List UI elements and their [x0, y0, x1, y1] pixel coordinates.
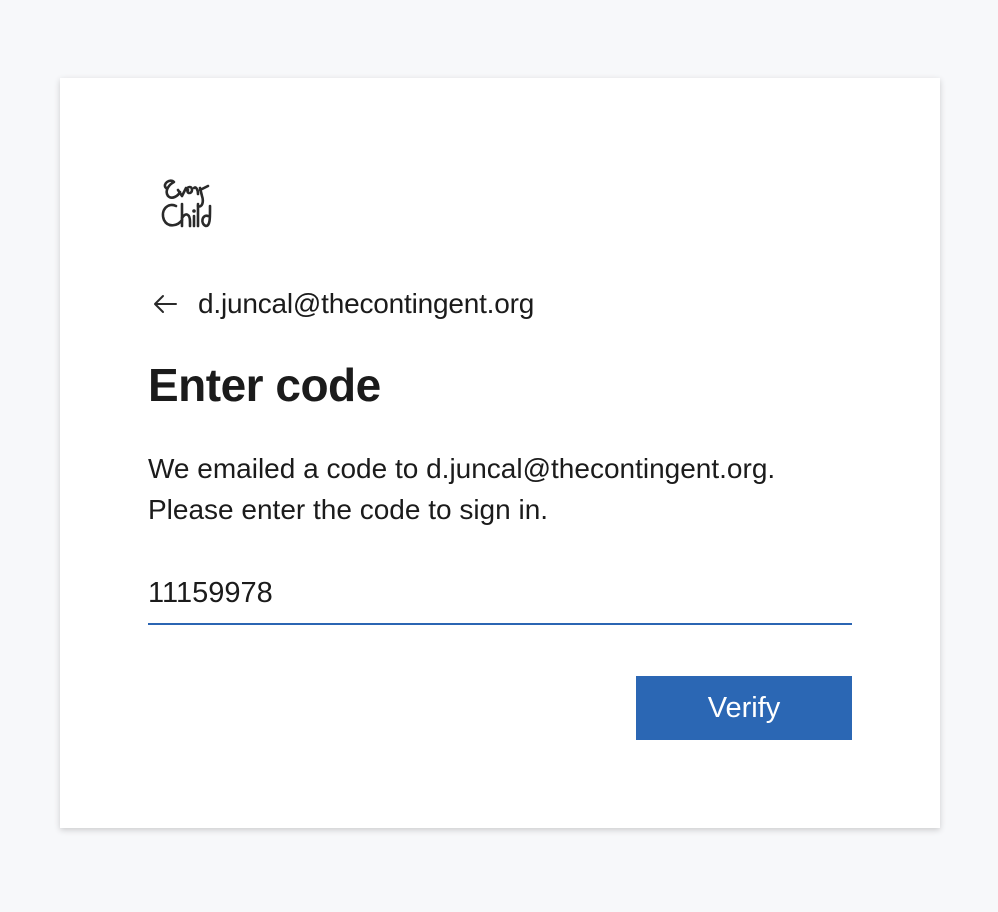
- page-title: Enter code: [148, 359, 381, 411]
- code-input[interactable]: [148, 563, 852, 625]
- instructions-line-1: We emailed a code to d.juncal@theconting…: [148, 453, 776, 484]
- arrow-left-icon[interactable]: [152, 284, 188, 324]
- sign-in-card: d.juncal@thecontingent.org Enter code We…: [60, 78, 940, 828]
- instructions-line-2: Please enter the code to sign in.: [148, 494, 549, 525]
- identity-banner[interactable]: d.juncal@thecontingent.org: [152, 284, 534, 324]
- verify-button[interactable]: Verify: [636, 676, 852, 740]
- everychild-logo: [152, 166, 218, 238]
- identity-email: d.juncal@thecontingent.org: [198, 288, 535, 319]
- code-instructions: We emailed a code to d.juncal@theconting…: [148, 448, 868, 530]
